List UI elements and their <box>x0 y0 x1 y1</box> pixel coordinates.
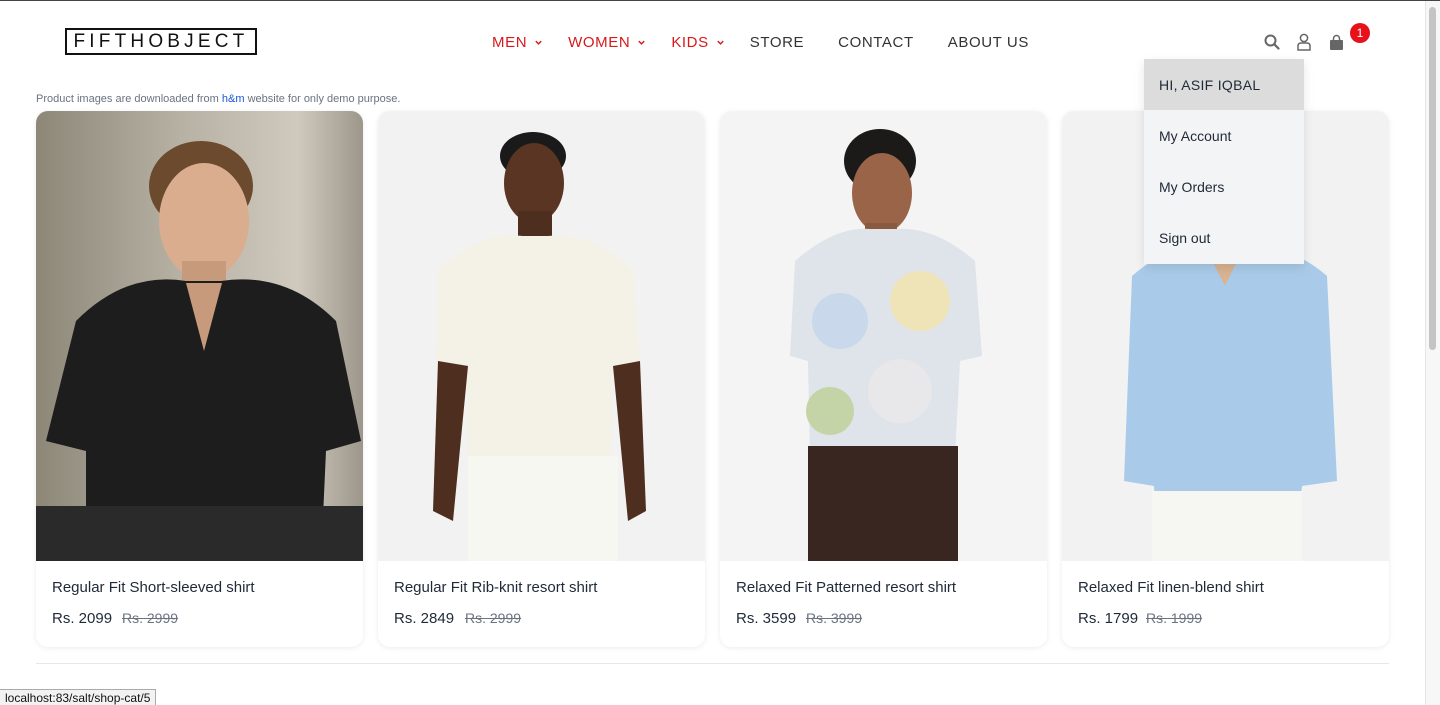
main-nav: MEN WOMEN KIDS STORE CONTACT ABOUT US <box>492 32 1063 52</box>
user-greeting: HI, ASIF IQBAL <box>1144 59 1304 110</box>
product-old-price: Rs. 3999 <box>806 610 863 626</box>
menu-item-sign-out[interactable]: Sign out <box>1144 212 1304 263</box>
nav-item-label: WOMEN <box>568 33 631 51</box>
divider <box>36 663 1389 664</box>
product-card[interactable]: Regular Fit Rib-knit resort shirt Rs. 28… <box>378 111 705 647</box>
demo-notice: Product images are downloaded from h&m w… <box>36 93 400 105</box>
product-image <box>36 111 363 561</box>
nav-item-about-us[interactable]: ABOUT US <box>948 34 1029 51</box>
search-icon[interactable] <box>1262 31 1282 53</box>
product-title: Regular Fit Short-sleeved shirt <box>52 579 255 596</box>
user-dropdown-menu: HI, ASIF IQBAL My Account My Orders Sign… <box>1144 59 1304 264</box>
nav-item-women[interactable]: WOMEN <box>568 34 646 51</box>
header-icons <box>1262 31 1358 53</box>
nav-item-kids[interactable]: KIDS <box>671 34 724 51</box>
nav-item-contact[interactable]: CONTACT <box>838 34 914 51</box>
menu-item-my-account[interactable]: My Account <box>1144 110 1304 161</box>
brand-logo[interactable]: FIFTHOBJECT <box>65 28 257 55</box>
chevron-down-icon <box>717 40 724 45</box>
product-image <box>378 111 705 561</box>
chevron-down-icon <box>638 40 646 45</box>
nav-item-store[interactable]: STORE <box>750 34 804 51</box>
hm-link[interactable]: h&m <box>222 93 245 105</box>
product-price: Rs. 3599 <box>736 610 797 627</box>
notice-suffix: website for only demo purpose. <box>244 93 401 105</box>
notice-prefix: Product images are downloaded from <box>36 93 222 105</box>
nav-item-men[interactable]: MEN <box>492 34 543 51</box>
nav-item-label: KIDS <box>671 33 709 51</box>
product-card[interactable]: Regular Fit Short-sleeved shirt Rs. 2099… <box>36 111 363 647</box>
product-price: Rs. 1799 <box>1078 610 1139 627</box>
status-bar-url: localhost:83/salt/shop-cat/5 <box>0 689 157 705</box>
product-old-price: Rs. 2999 <box>465 610 522 626</box>
product-old-price: Rs. 1999 <box>1146 610 1203 626</box>
nav-item-label: MEN <box>492 33 528 51</box>
product-title: Relaxed Fit Patterned resort shirt <box>736 579 957 596</box>
product-title: Relaxed Fit linen-blend shirt <box>1078 579 1264 596</box>
shopping-bag-icon[interactable] <box>1326 31 1346 53</box>
chevron-down-icon <box>535 40 542 45</box>
scrollbar-thumb[interactable] <box>1429 7 1436 350</box>
product-price: Rs. 2099 <box>52 610 113 627</box>
product-price: Rs. 2849 <box>394 610 455 627</box>
menu-item-my-orders[interactable]: My Orders <box>1144 161 1304 212</box>
product-image <box>720 111 1047 561</box>
product-card[interactable]: Relaxed Fit Patterned resort shirt Rs. 3… <box>720 111 1047 647</box>
cart-count-badge: 1 <box>1350 23 1370 43</box>
page: FIFTHOBJECT MEN WOMEN KIDS STORE CONTACT… <box>0 0 1440 705</box>
product-title: Regular Fit Rib-knit resort shirt <box>394 579 598 596</box>
product-old-price: Rs. 2999 <box>122 610 179 626</box>
user-icon[interactable] <box>1294 31 1314 53</box>
